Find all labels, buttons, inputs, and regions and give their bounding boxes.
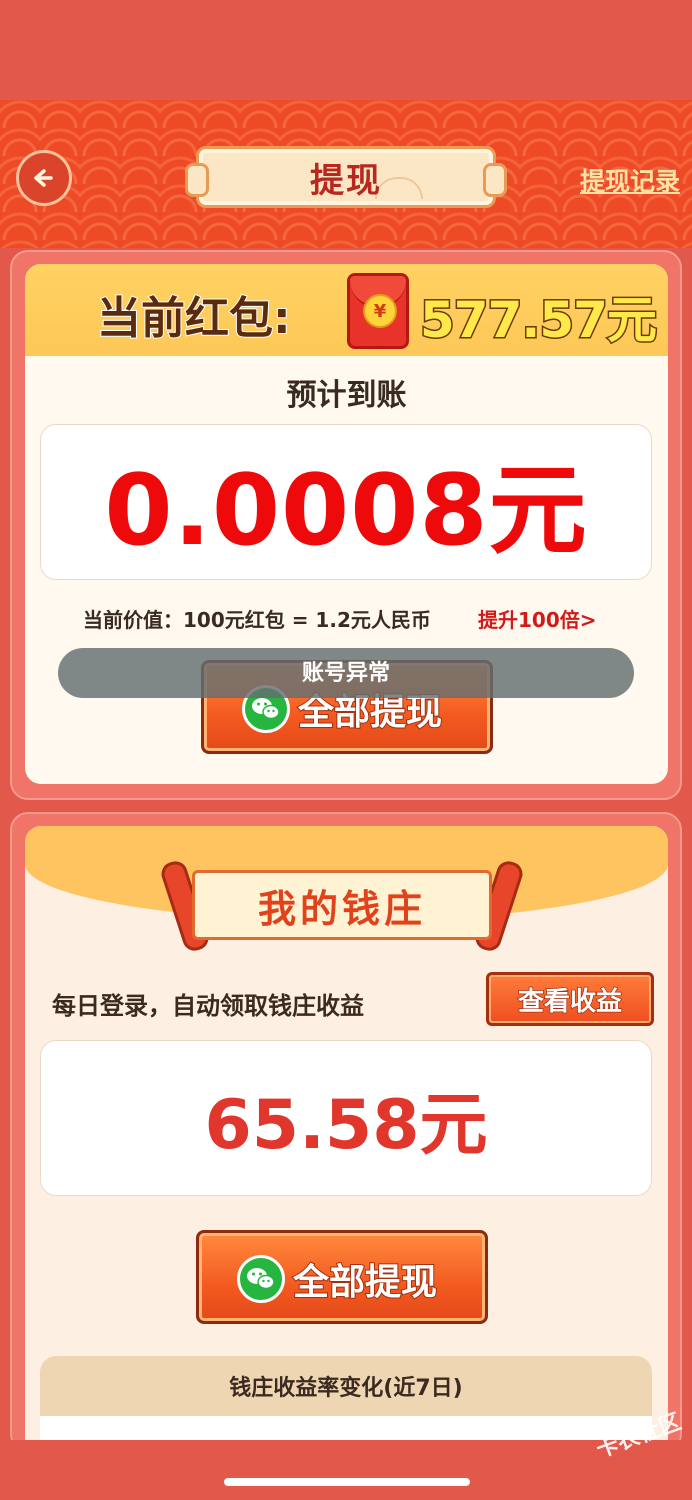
title-plate: 提现 <box>185 146 507 208</box>
value-info: 当前价值：100元红包 = 1.2元人民币 <box>83 608 431 632</box>
login-reward-text: 每日登录，自动领取钱庄收益 <box>52 992 364 1020</box>
expected-amount-box: 0.0008元 <box>40 424 652 580</box>
bank-title: 我的钱庄 <box>257 886 426 931</box>
bank-amount-box: 65.58元 <box>40 1040 652 1196</box>
scroll-body: 我的钱庄 <box>192 870 492 940</box>
toast-text: 账号异常 <box>301 661 390 686</box>
view-earnings-button[interactable]: 查看收益 <box>486 972 654 1026</box>
expected-label: 预计到账 <box>286 378 407 413</box>
boost-link[interactable]: 提升100倍> <box>478 604 597 633</box>
redpacket-banner: 当前红包: ¥ 577.57元 <box>25 264 668 356</box>
back-button[interactable] <box>16 150 72 206</box>
yield-rate-panel: 钱庄收益率变化(近7日) <box>40 1356 652 1452</box>
coin-icon: ¥ <box>363 294 397 328</box>
expected-amount: 0.0008元 <box>104 454 588 568</box>
bank-amount: 65.58元 <box>204 1085 488 1165</box>
yield-rate-title: 钱庄收益率变化(近7日) <box>40 1356 652 1416</box>
status-area <box>0 0 692 100</box>
redpacket-label: 当前红包: <box>96 292 292 345</box>
cloud-ornament-icon <box>375 177 423 199</box>
redpacket-amount: 577.57元 <box>419 290 659 351</box>
wechat-icon <box>237 1255 285 1303</box>
bank-title-scroll: 我的钱庄 <box>158 858 526 954</box>
bank-withdraw-all-label: 全部提现 <box>292 1261 438 1304</box>
back-arrow-icon <box>34 169 53 187</box>
withdraw-record-link[interactable]: 提现记录 <box>580 162 680 198</box>
home-indicator[interactable] <box>224 1478 470 1486</box>
bank-withdraw-all-button[interactable]: 全部提现 <box>196 1230 488 1324</box>
plate-corner-right <box>483 163 507 197</box>
page-title: 提现 <box>310 160 382 201</box>
error-toast: 账号异常 <box>58 648 634 698</box>
plate-corner-left <box>185 163 209 197</box>
bottom-bar <box>0 1440 692 1500</box>
withdraw-card: 当前红包: ¥ 577.57元 预计到账 0.0008元 当前价值：100元红包… <box>25 264 668 784</box>
red-envelope-icon: ¥ <box>347 273 409 349</box>
